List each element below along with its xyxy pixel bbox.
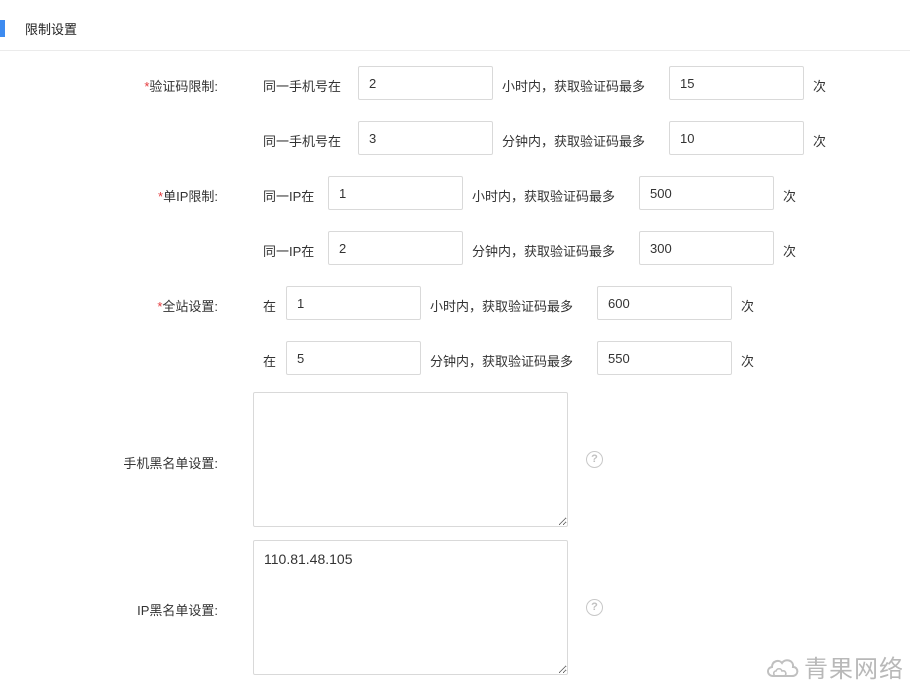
site-wide-row2-prefix: 在 bbox=[263, 354, 277, 369]
section-accent-bar bbox=[0, 20, 5, 37]
verify-code-row1-prefix: 同一手机号在 bbox=[263, 79, 342, 94]
single-ip-limit-label: *单IP限制: bbox=[158, 189, 218, 204]
single-ip-row1-suffix: 次 bbox=[783, 189, 797, 204]
site-wide-minutes-max-input[interactable] bbox=[597, 341, 732, 375]
site-wide-hours-input[interactable] bbox=[286, 286, 421, 320]
verify-code-minutes-input[interactable] bbox=[358, 121, 493, 155]
single-ip-hours-input[interactable] bbox=[328, 176, 463, 210]
watermark: 青果网络 bbox=[764, 649, 904, 684]
verify-code-minutes-max-input[interactable] bbox=[669, 121, 804, 155]
site-wide-limit-label: *全站设置: bbox=[157, 299, 218, 314]
single-ip-row2-middle: 分钟内，获取验证码最多 bbox=[472, 244, 616, 259]
single-ip-row2-prefix: 同一IP在 bbox=[263, 244, 315, 259]
single-ip-hours-max-input[interactable] bbox=[639, 176, 774, 210]
phone-blacklist-textarea[interactable] bbox=[253, 392, 568, 527]
help-icon[interactable]: ? bbox=[586, 451, 603, 468]
cloud-logo-icon bbox=[767, 658, 799, 677]
ip-blacklist-textarea[interactable] bbox=[253, 540, 568, 675]
site-wide-row2-middle: 分钟内，获取验证码最多 bbox=[430, 354, 574, 369]
site-wide-row2-suffix: 次 bbox=[741, 354, 755, 369]
section-title: 限制设置 bbox=[25, 22, 78, 37]
ip-blacklist-label: IP黑名单设置: bbox=[137, 603, 218, 618]
site-wide-row1-middle: 小时内，获取验证码最多 bbox=[430, 299, 574, 314]
single-ip-row1-prefix: 同一IP在 bbox=[263, 189, 315, 204]
site-wide-row1-prefix: 在 bbox=[263, 299, 277, 314]
help-icon[interactable]: ? bbox=[586, 599, 603, 616]
single-ip-minutes-input[interactable] bbox=[328, 231, 463, 265]
site-wide-hours-max-input[interactable] bbox=[597, 286, 732, 320]
site-wide-minutes-input[interactable] bbox=[286, 341, 421, 375]
section-header: 限制设置 bbox=[0, 0, 910, 51]
watermark-text: 青果网络 bbox=[804, 656, 904, 683]
verify-code-hours-max-input[interactable] bbox=[669, 66, 804, 100]
verify-code-row1-middle: 小时内，获取验证码最多 bbox=[502, 79, 646, 94]
single-ip-minutes-max-input[interactable] bbox=[639, 231, 774, 265]
verify-code-row2-prefix: 同一手机号在 bbox=[263, 134, 342, 149]
verify-code-row1-suffix: 次 bbox=[813, 79, 827, 94]
phone-blacklist-label: 手机黑名单设置: bbox=[123, 456, 218, 471]
site-wide-row1-suffix: 次 bbox=[741, 299, 755, 314]
verify-code-row2-middle: 分钟内，获取验证码最多 bbox=[502, 134, 646, 149]
single-ip-row1-middle: 小时内，获取验证码最多 bbox=[472, 189, 616, 204]
verify-code-limit-label: *验证码限制: bbox=[144, 79, 218, 94]
verify-code-row2-suffix: 次 bbox=[813, 134, 827, 149]
single-ip-row2-suffix: 次 bbox=[783, 244, 797, 259]
verify-code-hours-input[interactable] bbox=[358, 66, 493, 100]
